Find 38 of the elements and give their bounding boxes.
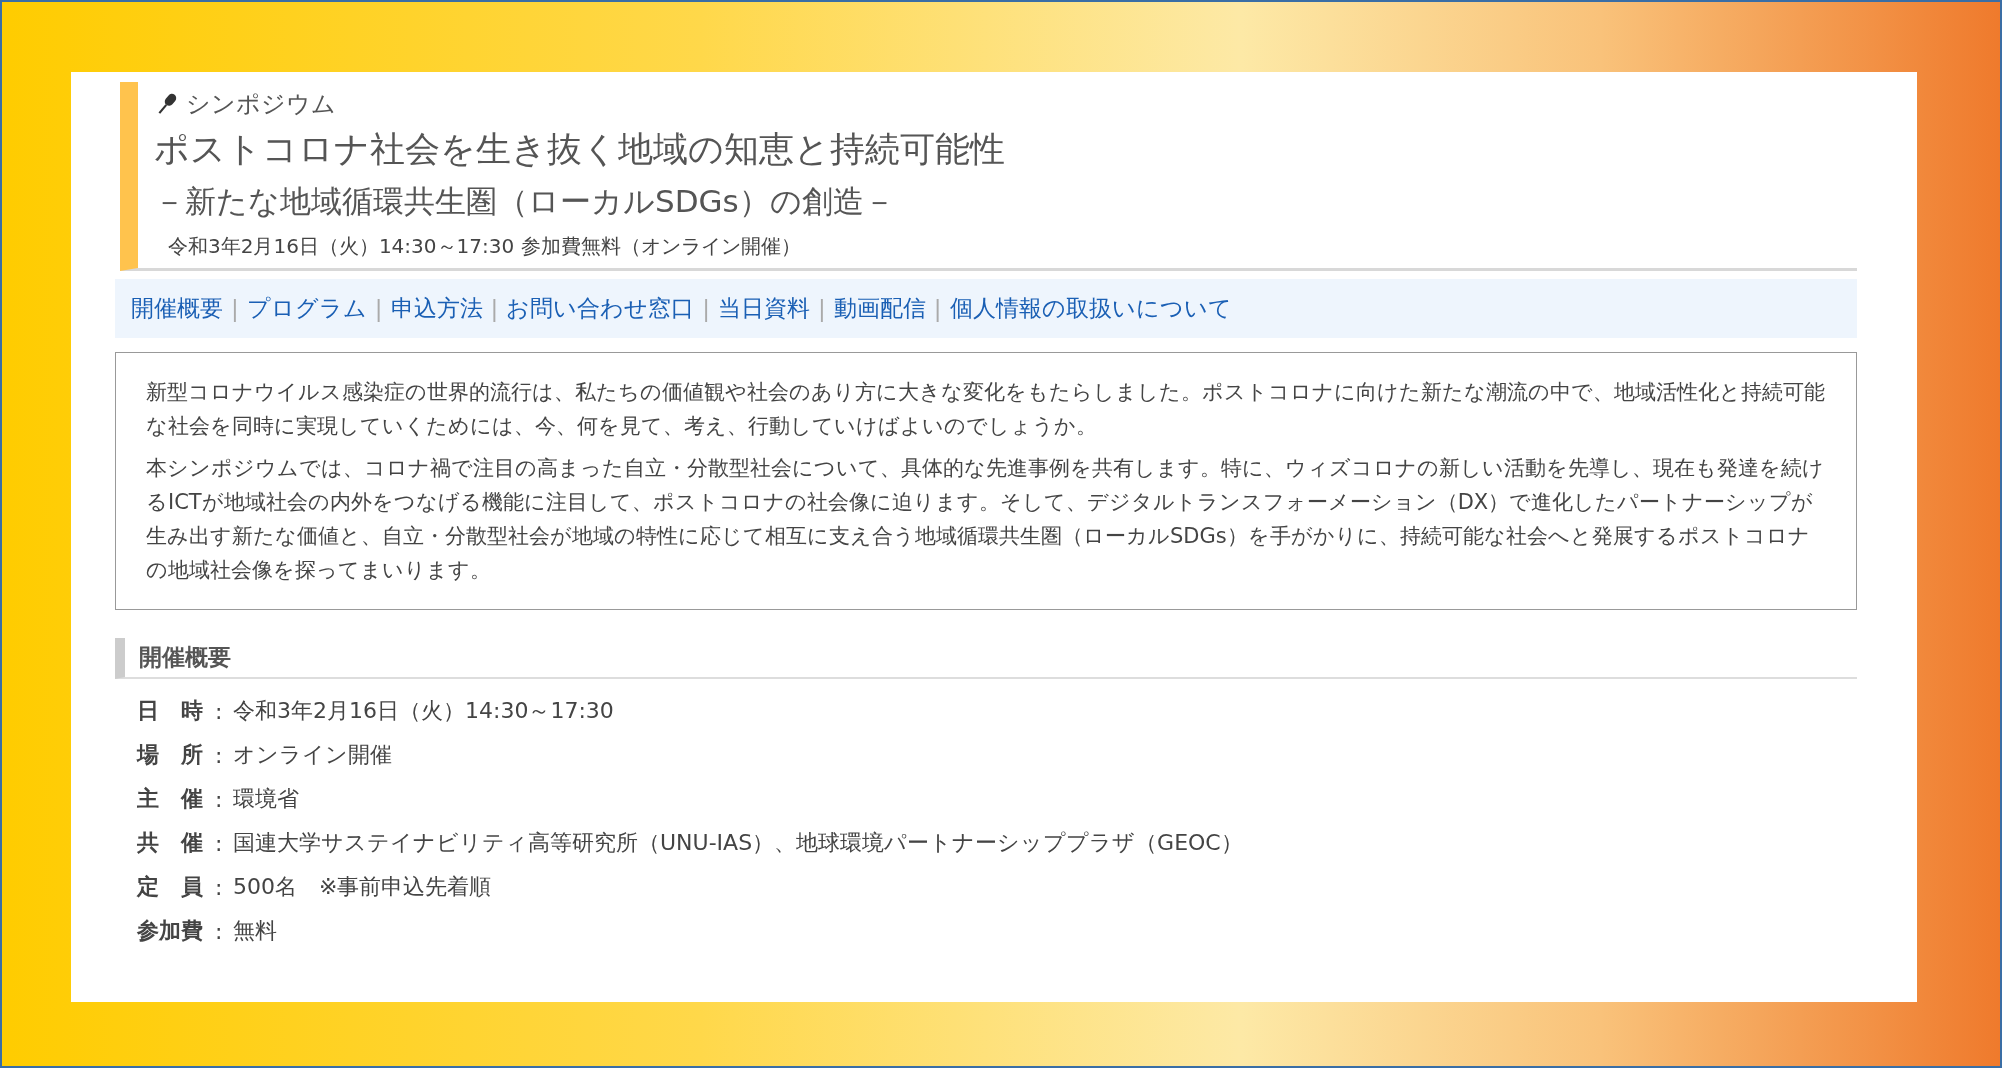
detail-value: 国連大学サステイナビリティ高等研究所（UNU-IAS）、地球環境パートナーシッププラザ（GEOC） [233, 829, 1243, 857]
nav-link[interactable]: お問い合わせ窓口 [506, 293, 695, 324]
nav-separator: | [374, 295, 383, 322]
intro-paragraph: 新型コロナウイルス感染症の世界的流行は、私たちの価値観や社会のあり方に大きな変化をもたらしました。ポストコロナに向けた新たな潮流の中で、地域活性化と持続可能な社会を同時に実現していくためには、今、何を見て、考え、行動していけばよいのでしょうか。 [146, 379, 1826, 440]
detail-colon: : [215, 830, 224, 856]
detail-colon: : [215, 698, 224, 724]
detail-colon: : [215, 918, 224, 944]
nav-separator: | [818, 295, 826, 322]
detail-colon: : [215, 742, 224, 768]
detail-value: 令和3年2月16日（火）14:30～17:30 [233, 697, 614, 725]
nav-link[interactable]: 申込方法 [390, 293, 483, 324]
detail-label: 日 時 [137, 697, 204, 725]
event-category: シンポジウム [186, 89, 336, 120]
detail-colon: : [215, 786, 224, 812]
detail-colon: : [215, 874, 224, 900]
detail-value: オンライン開催 [233, 741, 392, 769]
detail-label: 場 所 [137, 741, 204, 769]
detail-label: 定 員 [137, 873, 204, 901]
nav-separator: | [702, 295, 710, 322]
intro-paragraph: 本シンポジウムでは、コロナ禍で注目の高まった自立・分散型社会について、具体的な先進事例を共有します。特に、ウィズコロナの新しい活動を先導し、現在も発達を続けるICTが地域社会の内外をつなげる機能に注目して、ポストコロナの社会像に迫ります。そして、デジタルトランスフォーメーション（DX）で進化したパートナーシップが生み出す新たな価値と、自立・分散型社会が地域の特性に応じて相互に支え合う地域循環共生圏（ローカルSDGs）を手がかりに、持続可能な社会へと発展するポストコロナの地域社会像を探ってまいります。 [146, 455, 1825, 584]
nav-separator: | [933, 295, 942, 322]
nav-separator: | [231, 295, 239, 322]
nav-separator: | [490, 295, 499, 322]
event-date-line: 令和3年2月16日（火）14:30～17:30 参加費無料（オンライン開催） [168, 233, 802, 260]
nav-link[interactable]: 開催概要 [131, 293, 223, 324]
nav-link[interactable]: プログラム [246, 293, 367, 324]
event-subtitle: －新たな地域循環共生圏（ローカルSDGs）の創造－ [154, 182, 896, 221]
detail-label: 主 催 [137, 785, 204, 813]
detail-label: 参加費 [137, 917, 204, 945]
event-title: ポストコロナ社会を生き抜く地域の知恵と持続可能性 [154, 128, 1006, 171]
detail-value: 環境省 [233, 785, 299, 813]
nav-link[interactable]: 当日資料 [718, 293, 810, 324]
detail-value: 500名 ※事前申込先着順 [233, 873, 492, 901]
section-heading: 開催概要 [115, 638, 1857, 679]
nav-link[interactable]: 個人情報の取扱いについて [949, 293, 1232, 324]
nav-link[interactable]: 動画配信 [833, 293, 926, 324]
detail-value: 無料 [233, 917, 277, 945]
detail-label: 共 催 [137, 829, 204, 857]
